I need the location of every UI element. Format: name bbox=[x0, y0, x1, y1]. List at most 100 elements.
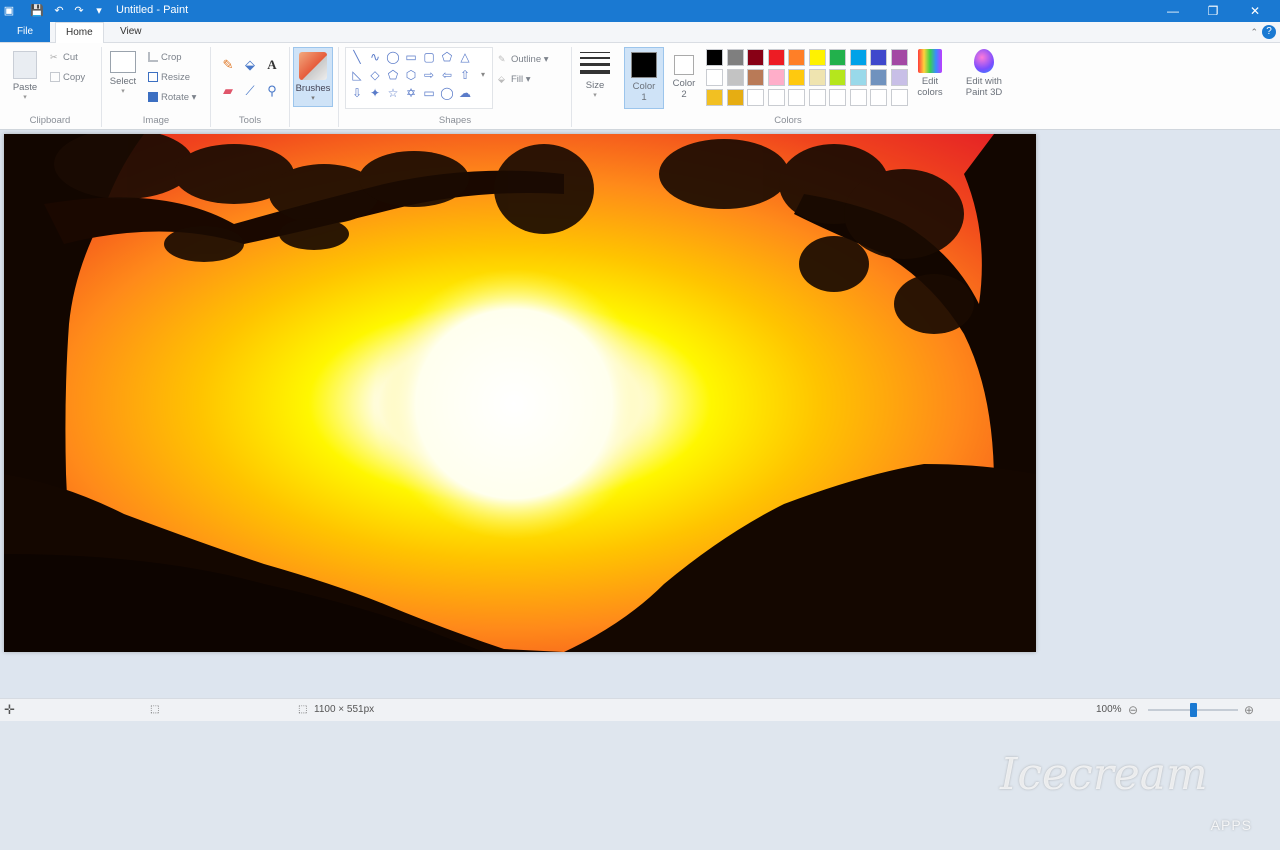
paste-button[interactable]: Paste ▾ bbox=[8, 51, 42, 101]
palette-swatch[interactable] bbox=[890, 69, 908, 86]
palette-swatch[interactable] bbox=[849, 89, 867, 106]
select-button[interactable]: Select ▾ bbox=[106, 51, 140, 95]
rotate-button[interactable]: Rotate ▾ bbox=[148, 91, 196, 105]
palette-swatch[interactable] bbox=[747, 89, 764, 106]
redo-icon[interactable]: ↷ bbox=[72, 4, 86, 18]
tab-file[interactable]: File bbox=[0, 22, 50, 42]
tab-home[interactable]: Home bbox=[55, 22, 104, 44]
magnifier-icon[interactable]: ⚲ bbox=[264, 83, 280, 99]
size-dropdown-icon[interactable]: ▾ bbox=[576, 91, 614, 99]
right-arrow-shape-icon[interactable]: ⇨ bbox=[422, 68, 436, 82]
shapes-more-icon[interactable]: ▾ bbox=[476, 68, 490, 82]
palette-swatch[interactable] bbox=[808, 69, 826, 86]
fill-button[interactable]: ⬙ Fill ▾ bbox=[498, 73, 531, 87]
palette-swatch[interactable] bbox=[706, 89, 723, 106]
select-dropdown-icon[interactable]: ▾ bbox=[106, 87, 140, 95]
brushes-dropdown-icon[interactable]: ▾ bbox=[294, 94, 332, 102]
color2-button[interactable]: Color 2 bbox=[666, 47, 702, 109]
callout-oval-shape-icon[interactable]: ◯ bbox=[440, 86, 454, 100]
palette-swatch[interactable] bbox=[808, 49, 826, 66]
polygon-shape-icon[interactable]: ⬠ bbox=[440, 50, 454, 64]
palette-swatch[interactable] bbox=[890, 49, 908, 66]
right-triangle-shape-icon[interactable]: ◺ bbox=[350, 68, 364, 82]
up-arrow-shape-icon[interactable]: ⇧ bbox=[458, 68, 472, 82]
zoom-out-icon[interactable]: ⊖ bbox=[1128, 703, 1138, 717]
cut-button[interactable]: ✂ Cut bbox=[50, 51, 78, 65]
palette-swatch[interactable] bbox=[767, 89, 785, 106]
line-shape-icon[interactable]: ╲ bbox=[350, 50, 364, 64]
rectangle-shape-icon[interactable]: ▭ bbox=[404, 50, 418, 64]
resize-button[interactable]: Resize bbox=[148, 71, 190, 85]
palette-swatch[interactable] bbox=[726, 89, 744, 106]
size-button[interactable]: Size ▾ bbox=[576, 49, 614, 99]
collapse-ribbon-icon[interactable]: ⌃ bbox=[1250, 27, 1258, 38]
palette-swatch[interactable] bbox=[788, 89, 805, 106]
minimize-button[interactable]: — bbox=[1158, 2, 1188, 20]
palette-swatch[interactable] bbox=[747, 69, 764, 86]
color-picker-icon[interactable]: ⟋ bbox=[242, 83, 258, 99]
tab-view[interactable]: View bbox=[110, 22, 152, 42]
zoom-in-icon[interactable]: ⊕ bbox=[1244, 703, 1254, 717]
four-point-star-shape-icon[interactable]: ✦ bbox=[368, 86, 382, 100]
palette-swatch[interactable] bbox=[726, 49, 744, 66]
palette-swatch[interactable] bbox=[849, 49, 867, 66]
eraser-icon[interactable]: ▰ bbox=[220, 83, 236, 99]
five-point-star-shape-icon[interactable]: ☆ bbox=[386, 86, 400, 100]
crop-button[interactable]: Crop bbox=[148, 51, 182, 65]
outline-button[interactable]: ✎ Outline ▾ bbox=[498, 53, 549, 67]
drawing-canvas[interactable] bbox=[4, 134, 1036, 652]
callout-rect-shape-icon[interactable]: ▭ bbox=[422, 86, 436, 100]
fill-bucket-icon[interactable]: ⬙ bbox=[242, 57, 258, 73]
close-button[interactable]: ✕ bbox=[1240, 2, 1270, 20]
pencil-icon[interactable]: ✎ bbox=[220, 57, 236, 73]
outline-label: Outline bbox=[511, 54, 542, 65]
oval-shape-icon[interactable]: ◯ bbox=[386, 50, 400, 64]
six-point-star-shape-icon[interactable]: ✡ bbox=[404, 86, 418, 100]
palette-swatch[interactable] bbox=[788, 49, 805, 66]
palette-swatch[interactable] bbox=[808, 89, 826, 106]
palette-swatch[interactable] bbox=[829, 89, 846, 106]
rotate-label: Rotate bbox=[161, 92, 189, 103]
palette-swatch[interactable] bbox=[870, 89, 887, 106]
palette-swatch[interactable] bbox=[767, 69, 785, 86]
palette-swatch[interactable] bbox=[829, 69, 846, 86]
palette-swatch[interactable] bbox=[890, 89, 908, 106]
help-icon[interactable]: ? bbox=[1262, 25, 1276, 39]
paste-dropdown-icon[interactable]: ▾ bbox=[8, 93, 42, 101]
restore-button[interactable]: ❐ bbox=[1198, 2, 1228, 20]
copy-button[interactable]: Copy bbox=[50, 71, 85, 85]
palette-swatch[interactable] bbox=[747, 49, 764, 66]
hexagon-shape-icon[interactable]: ⬡ bbox=[404, 68, 418, 82]
palette-swatch[interactable] bbox=[767, 49, 785, 66]
customize-quick-access-icon[interactable]: ▾ bbox=[92, 4, 106, 18]
palette-swatch[interactable] bbox=[706, 69, 723, 86]
color1-button[interactable]: Color 1 bbox=[624, 47, 664, 109]
undo-icon[interactable]: ↶ bbox=[52, 4, 66, 18]
brushes-button[interactable]: Brushes ▾ bbox=[293, 47, 333, 107]
canvas-workspace[interactable]: Icecream APPS bbox=[0, 130, 1280, 833]
palette-swatch[interactable] bbox=[706, 49, 723, 66]
callout-cloud-shape-icon[interactable]: ☁ bbox=[458, 86, 472, 100]
save-icon[interactable]: 💾 bbox=[30, 4, 44, 18]
zoom-slider-thumb[interactable] bbox=[1190, 703, 1197, 717]
palette-swatch[interactable] bbox=[870, 69, 887, 86]
rounded-rectangle-shape-icon[interactable]: ▢ bbox=[422, 50, 436, 64]
color2-label: Color 2 bbox=[672, 78, 696, 100]
text-tool-icon[interactable]: A bbox=[264, 57, 280, 73]
palette-swatch[interactable] bbox=[870, 49, 887, 66]
pentagon-shape-icon[interactable]: ⬠ bbox=[386, 68, 400, 82]
triangle-shape-icon[interactable]: △ bbox=[458, 50, 472, 64]
palette-swatch[interactable] bbox=[726, 69, 744, 86]
left-arrow-shape-icon[interactable]: ⇦ bbox=[440, 68, 454, 82]
shapes-gallery[interactable]: ╲ ∿ ◯ ▭ ▢ ⬠ △ ◺ ◇ ⬠ ⬡ ⇨ ⇦ ⇧ ⇩ ✦ ☆ ✡ ▭ ◯ … bbox=[345, 47, 493, 109]
palette-swatch[interactable] bbox=[849, 69, 867, 86]
down-arrow-shape-icon[interactable]: ⇩ bbox=[350, 86, 364, 100]
palette-swatch[interactable] bbox=[829, 49, 846, 66]
curve-shape-icon[interactable]: ∿ bbox=[368, 50, 382, 64]
edit-colors-button[interactable]: Edit colors bbox=[910, 49, 950, 98]
resize-label: Resize bbox=[161, 72, 191, 83]
palette-swatch[interactable] bbox=[788, 69, 805, 86]
edit-with-paint3d-button[interactable]: Edit with Paint 3D bbox=[958, 49, 1010, 98]
diamond-shape-icon[interactable]: ◇ bbox=[368, 68, 382, 82]
color-wheel-icon bbox=[918, 49, 942, 73]
